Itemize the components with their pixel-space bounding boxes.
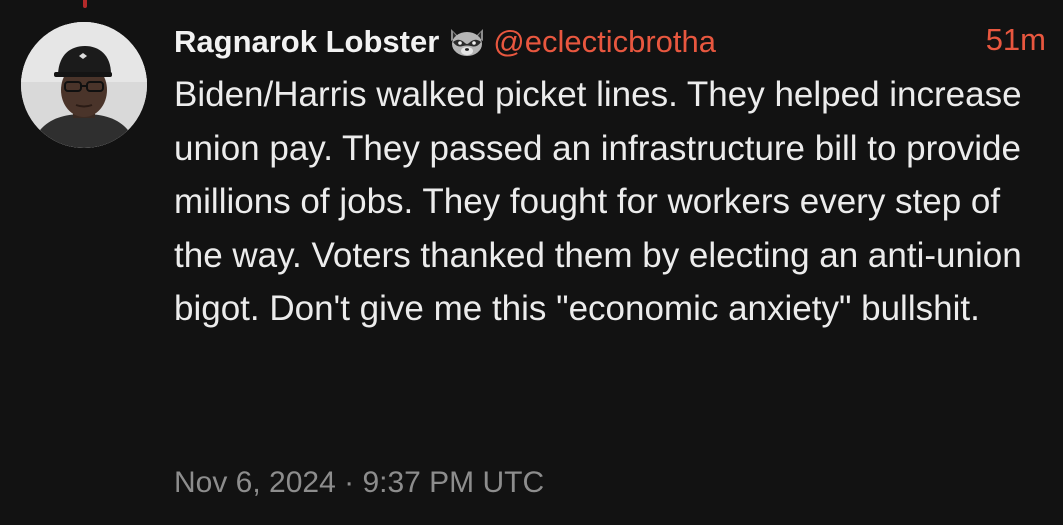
- author-handle-link[interactable]: @eclecticbrotha: [493, 24, 716, 60]
- post-date[interactable]: Nov 6, 2024 · 9:37 PM UTC: [174, 466, 544, 500]
- post-text: Biden/Harris walked picket lines. They h…: [174, 75, 1022, 328]
- avatar-photo: [21, 22, 147, 148]
- thread-connector-line: [83, 0, 87, 8]
- post-header: Ragnarok Lobster @eclecticbrotha 51m: [174, 18, 1046, 66]
- raccoon-face-icon: [447, 25, 487, 59]
- relative-timestamp[interactable]: 51m: [986, 22, 1046, 58]
- post-content: Ragnarok Lobster @eclecticbrotha 51m Bid…: [174, 18, 1046, 336]
- author-display-name[interactable]: Ragnarok Lobster: [174, 24, 439, 60]
- avatar[interactable]: [21, 22, 147, 148]
